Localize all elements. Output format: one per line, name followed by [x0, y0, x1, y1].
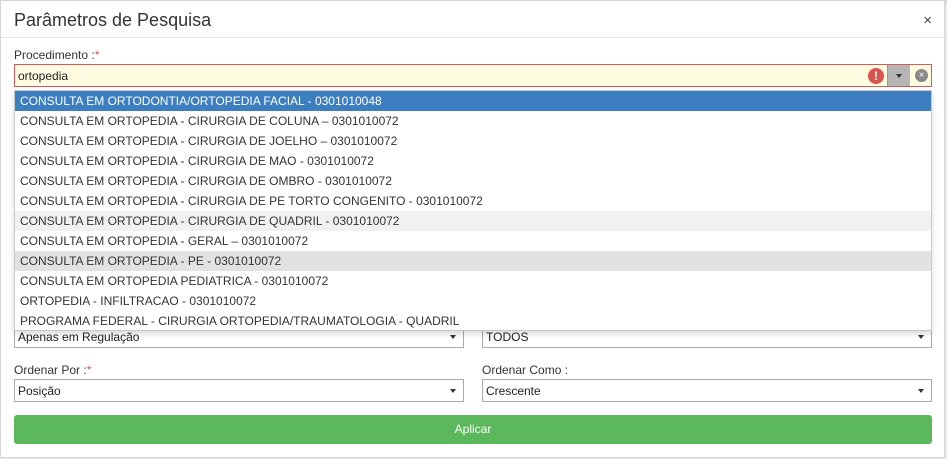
list-item[interactable]: CONSULTA EM ORTOPEDIA - GERAL – 03010100… — [15, 231, 931, 251]
list-item[interactable]: PROGRAMA FEDERAL - CIRURGIA ORTOPEDIA/TR… — [15, 311, 931, 330]
procedimento-label: Procedimento :* — [14, 48, 99, 62]
procedimento-label-text: Procedimento : — [14, 48, 95, 62]
chevron-down-icon — [450, 335, 456, 339]
regulacao-select-value: Apenas em Regulação — [18, 330, 140, 344]
header-divider — [1, 37, 946, 38]
chevron-down-icon — [918, 335, 924, 339]
ordenar-por-label: Ordenar Por :* — [14, 363, 91, 377]
list-item[interactable]: CONSULTA EM ORTOPEDIA - CIRURGIA DE PE T… — [15, 191, 931, 211]
chevron-down-icon — [896, 74, 902, 78]
list-item[interactable]: CONSULTA EM ORTOPEDIA - CIRURGIA DE OMBR… — [15, 171, 931, 191]
ordenar-como-label: Ordenar Como : — [482, 363, 569, 377]
ordenar-como-value: Crescente — [486, 384, 541, 398]
dialog-title: Parâmetros de Pesquisa — [14, 10, 212, 30]
required-mark: * — [94, 48, 100, 62]
status-select-value: TODOS — [486, 330, 529, 344]
list-item[interactable]: CONSULTA EM ORTOPEDIA PEDIATRICA - 03010… — [15, 271, 931, 291]
chevron-down-icon — [450, 389, 456, 393]
ordenar-como-select[interactable]: Crescente — [482, 379, 932, 402]
list-item[interactable]: CONSULTA EM ORTOPEDIA - CIRURGIA DE QUAD… — [15, 211, 931, 231]
list-item[interactable]: CONSULTA EM ORTOPEDIA - CIRURGIA DE MAO … — [15, 151, 931, 171]
ordenar-por-select[interactable]: Posição — [14, 379, 464, 402]
list-item[interactable]: CONSULTA EM ORTODONTIA/ORTOPEDIA FACIAL … — [15, 91, 931, 111]
procedimento-combobox[interactable]: ortopedia ! × — [14, 64, 932, 87]
apply-button[interactable]: Aplicar — [14, 415, 932, 444]
search-params-dialog: Parâmetros de Pesquisa × Procedimento :*… — [0, 0, 946, 458]
chevron-down-icon — [918, 389, 924, 393]
dropdown-toggle-button[interactable] — [887, 65, 910, 86]
required-mark: * — [86, 363, 92, 377]
list-item[interactable]: CONSULTA EM ORTOPEDIA - CIRURGIA DE COLU… — [15, 111, 931, 131]
ordenar-por-label-text: Ordenar Por : — [14, 363, 87, 377]
error-icon: ! — [868, 68, 884, 84]
clear-icon[interactable]: × — [915, 69, 928, 82]
procedimento-dropdown-list: CONSULTA EM ORTODONTIA/ORTOPEDIA FACIAL … — [14, 90, 932, 331]
close-icon[interactable]: × — [923, 12, 932, 29]
list-item[interactable]: CONSULTA EM ORTOPEDIA - PE - 0301010072 — [15, 251, 931, 271]
procedimento-input[interactable]: ortopedia — [18, 69, 68, 83]
list-item[interactable]: CONSULTA EM ORTOPEDIA - CIRURGIA DE JOEL… — [15, 131, 931, 151]
list-item[interactable]: ORTOPEDIA - INFILTRACAO - 0301010072 — [15, 291, 931, 311]
ordenar-por-value: Posição — [18, 384, 61, 398]
